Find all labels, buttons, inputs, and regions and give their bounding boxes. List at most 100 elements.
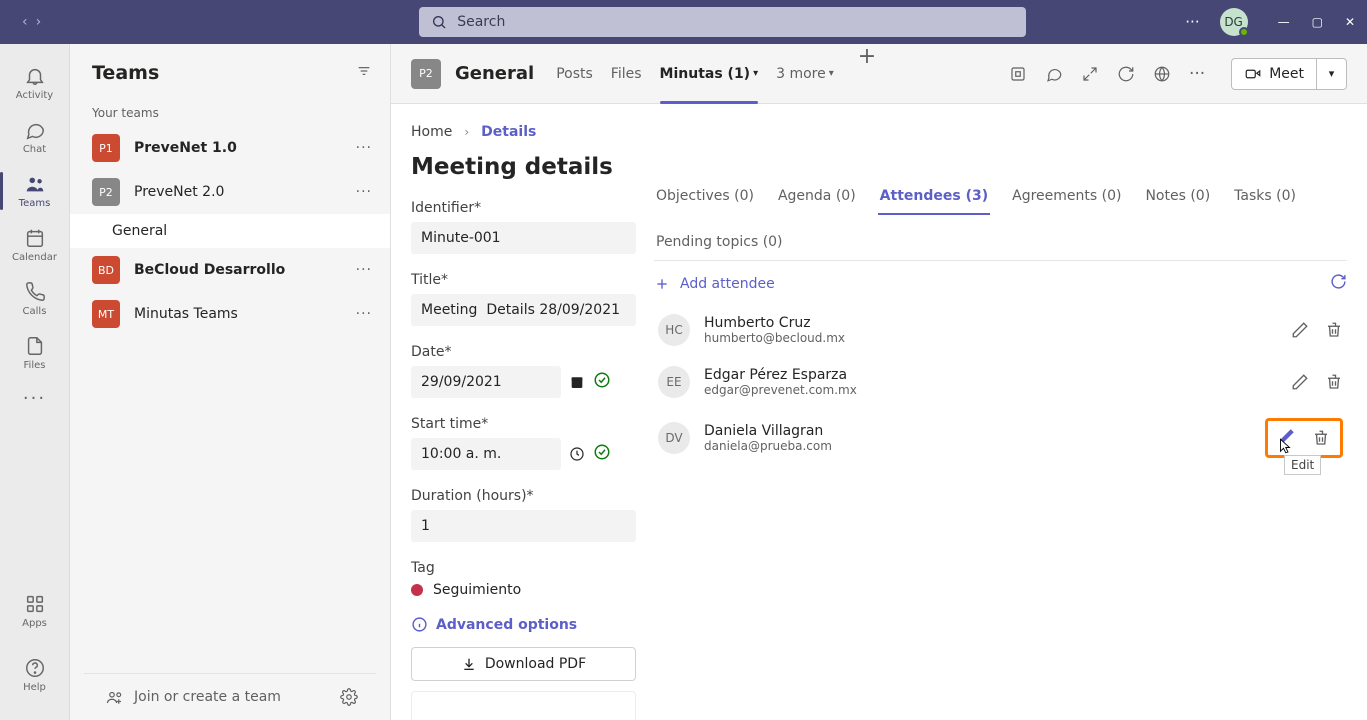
- search-input[interactable]: Search: [419, 7, 1026, 37]
- main-content: P2 General Posts Files Minutas (1) ▾ 3 m…: [391, 44, 1367, 720]
- rail-help[interactable]: Help: [0, 648, 69, 702]
- more-icon[interactable]: ···: [1185, 13, 1199, 31]
- refresh-icon[interactable]: [1330, 273, 1347, 294]
- rail-label: Calls: [23, 306, 47, 317]
- team-avatar: P1: [92, 134, 120, 162]
- pencil-icon[interactable]: [1291, 321, 1309, 339]
- channel-name: General: [455, 63, 534, 84]
- tab-attendees[interactable]: Attendees (3): [878, 188, 990, 214]
- calendar-icon[interactable]: [569, 374, 585, 390]
- attendee-row: EE Edgar Pérez Esparza edgar@prevenet.co…: [654, 356, 1347, 408]
- tab-minutas[interactable]: Minutas (1) ▾: [660, 44, 759, 103]
- nav-forward-icon[interactable]: ›: [36, 14, 42, 30]
- globe-icon[interactable]: [1153, 65, 1171, 83]
- tab-agenda[interactable]: Agenda (0): [776, 188, 858, 214]
- meet-button[interactable]: Meet: [1231, 58, 1317, 90]
- identifier-label: Identifier*: [411, 200, 636, 216]
- teams-panel-title: Teams: [92, 62, 159, 84]
- add-attendee-button[interactable]: Add attendee: [654, 276, 775, 292]
- rail-teams[interactable]: Teams: [0, 164, 69, 218]
- start-input[interactable]: [411, 438, 561, 470]
- meet-dropdown[interactable]: ▾: [1317, 58, 1347, 90]
- join-create-team-link[interactable]: Join or create a team: [106, 688, 328, 706]
- identifier-input[interactable]: [411, 222, 636, 254]
- team-avatar: MT: [92, 300, 120, 328]
- avatar[interactable]: DG: [1220, 8, 1248, 36]
- breadcrumb: Home › Details: [411, 124, 636, 140]
- close-button[interactable]: ✕: [1345, 15, 1355, 29]
- team-row[interactable]: BD BeCloud Desarrollo ···: [70, 248, 390, 292]
- trash-icon[interactable]: [1325, 373, 1343, 391]
- team-more-icon[interactable]: ···: [356, 306, 372, 322]
- chevron-down-icon: ▾: [829, 68, 834, 79]
- secondary-button[interactable]: [411, 691, 636, 720]
- team-more-icon[interactable]: ···: [356, 184, 372, 200]
- tag-value: Seguimiento: [411, 582, 636, 598]
- team-more-icon[interactable]: ···: [356, 140, 372, 156]
- date-input[interactable]: [411, 366, 561, 398]
- check-ok-icon: [593, 371, 611, 393]
- attendee-avatar: HC: [658, 314, 690, 346]
- clock-icon[interactable]: [569, 446, 585, 462]
- duration-input[interactable]: [411, 510, 636, 542]
- tab-objectives[interactable]: Objectives (0): [654, 188, 756, 214]
- gear-icon[interactable]: [340, 688, 358, 706]
- reload-icon[interactable]: [1117, 65, 1135, 83]
- attendee-row: HC Humberto Cruz humberto@becloud.mx: [654, 304, 1347, 356]
- team-row[interactable]: P2 PreveNet 2.0 ···: [70, 170, 390, 214]
- tab-notes[interactable]: Notes (0): [1143, 188, 1212, 214]
- breadcrumb-home[interactable]: Home: [411, 124, 452, 140]
- attendee-row: DV Daniela Villagran daniela@prueba.com …: [654, 408, 1347, 468]
- trash-icon[interactable]: [1312, 429, 1330, 447]
- window-controls: — ▢ ✕: [1268, 15, 1355, 29]
- search-placeholder: Search: [457, 14, 505, 30]
- trash-icon[interactable]: [1325, 321, 1343, 339]
- pencil-icon[interactable]: [1278, 427, 1296, 445]
- chevron-down-icon: ▾: [753, 68, 758, 79]
- team-row[interactable]: P1 PreveNet 1.0 ···: [70, 126, 390, 170]
- tab-pending[interactable]: Pending topics (0): [654, 234, 785, 260]
- maximize-button[interactable]: ▢: [1312, 15, 1323, 29]
- tab-files[interactable]: Files: [611, 44, 642, 103]
- minimize-button[interactable]: —: [1278, 15, 1290, 29]
- rail-label: Teams: [19, 198, 51, 209]
- advanced-options-link[interactable]: Advanced options: [411, 616, 636, 633]
- expand-icon[interactable]: [1081, 65, 1099, 83]
- team-name: PreveNet 1.0: [134, 140, 342, 156]
- rail-more-icon[interactable]: ···: [23, 388, 46, 409]
- rail-apps[interactable]: Apps: [0, 584, 69, 638]
- tab-tasks[interactable]: Tasks (0): [1232, 188, 1298, 214]
- attendee-avatar: EE: [658, 366, 690, 398]
- team-more-icon[interactable]: ···: [356, 262, 372, 278]
- attendee-name: Daniela Villagran: [704, 423, 1251, 439]
- download-pdf-button[interactable]: Download PDF: [411, 647, 636, 681]
- title-input[interactable]: [411, 294, 636, 326]
- channel-bar: P2 General Posts Files Minutas (1) ▾ 3 m…: [391, 44, 1367, 104]
- team-avatar: P2: [92, 178, 120, 206]
- attendee-email: daniela@prueba.com: [704, 439, 1251, 453]
- conversation-icon[interactable]: [1045, 65, 1063, 83]
- team-name: Minutas Teams: [134, 306, 342, 322]
- tab-posts[interactable]: Posts: [556, 44, 593, 103]
- teams-panel: Teams Your teams P1 PreveNet 1.0 ··· P2 …: [70, 44, 391, 720]
- rail-files[interactable]: Files: [0, 326, 69, 380]
- rail-calendar[interactable]: Calendar: [0, 218, 69, 272]
- team-avatar: BD: [92, 256, 120, 284]
- check-ok-icon: [593, 443, 611, 465]
- rail-activity[interactable]: Activity: [0, 56, 69, 110]
- more-icon[interactable]: ···: [1189, 64, 1205, 84]
- rail-calls[interactable]: Calls: [0, 272, 69, 326]
- channel-general[interactable]: General: [70, 214, 390, 248]
- add-tab-icon[interactable]: +: [852, 44, 882, 103]
- presence-available-icon: [1239, 27, 1249, 37]
- filter-icon[interactable]: [356, 63, 372, 83]
- tabs-more[interactable]: 3 more ▾: [776, 44, 834, 103]
- tab-agreements[interactable]: Agreements (0): [1010, 188, 1123, 214]
- nav-back-icon[interactable]: ‹: [22, 14, 28, 30]
- pencil-icon[interactable]: [1291, 373, 1309, 391]
- app-icon[interactable]: [1009, 65, 1027, 83]
- page-title: Meeting details: [411, 154, 636, 180]
- chevron-right-icon: ›: [464, 125, 469, 139]
- team-row[interactable]: MT Minutas Teams ···: [70, 292, 390, 336]
- rail-chat[interactable]: Chat: [0, 110, 69, 164]
